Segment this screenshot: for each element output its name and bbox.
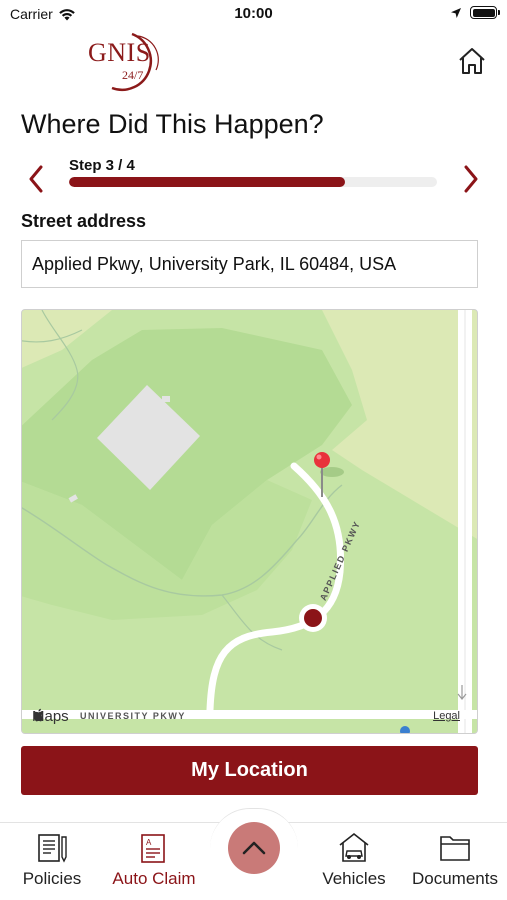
page-title: Where Did This Happen? xyxy=(21,109,324,139)
gnis-logo: GNIS 24/7 xyxy=(86,30,180,94)
step-progress-bar xyxy=(69,177,437,187)
step-next-button[interactable] xyxy=(457,162,485,196)
map-legal-link[interactable]: Legal xyxy=(433,710,460,722)
logo-text: GNIS xyxy=(88,38,151,67)
policies-icon xyxy=(35,831,69,865)
auto-claim-icon: A xyxy=(137,831,171,865)
chevron-left-icon xyxy=(29,165,43,193)
logo-subtext: 24/7 xyxy=(122,68,144,82)
step-progress-fill xyxy=(69,177,345,187)
tab-documents[interactable]: Documents xyxy=(409,823,501,900)
home-button[interactable] xyxy=(455,44,489,78)
apple-logo-icon xyxy=(33,708,44,722)
tab-label-documents: Documents xyxy=(412,869,498,888)
chevron-up-icon xyxy=(242,841,266,855)
map-canvas xyxy=(22,310,477,733)
home-icon xyxy=(459,48,485,74)
street-address-label: Street address xyxy=(21,211,147,231)
tab-label-policies: Policies xyxy=(22,869,82,888)
map-view[interactable]: APPLIED PKWY UNIVERSITY PKWY Maps Legal xyxy=(21,309,478,734)
battery-icon xyxy=(470,6,500,19)
tab-policies[interactable]: Policies xyxy=(20,823,84,900)
street-address-input[interactable] xyxy=(21,240,478,288)
tab-auto-claim[interactable]: A Auto Claim xyxy=(110,823,198,900)
street-label-university: UNIVERSITY PKWY xyxy=(80,711,186,721)
step-prev-button[interactable] xyxy=(22,162,50,196)
chevron-right-icon xyxy=(464,165,478,193)
tab-label-vehicles: Vehicles xyxy=(322,869,386,888)
status-time: 10:00 xyxy=(234,5,273,22)
expand-menu-button[interactable] xyxy=(228,822,280,874)
my-location-button[interactable]: My Location xyxy=(21,746,478,795)
location-arrow-icon xyxy=(451,7,461,18)
tab-label-auto-claim: Auto Claim xyxy=(112,869,196,888)
tab-vehicles[interactable]: Vehicles xyxy=(320,823,388,900)
svg-text:A: A xyxy=(146,838,152,847)
step-label: Step 3 / 4 xyxy=(69,157,135,174)
maps-logo: Maps xyxy=(32,708,69,725)
vehicles-icon xyxy=(337,831,371,865)
status-right xyxy=(450,6,500,19)
documents-icon xyxy=(438,831,472,865)
status-bar: Carrier 10:00 xyxy=(0,0,507,28)
